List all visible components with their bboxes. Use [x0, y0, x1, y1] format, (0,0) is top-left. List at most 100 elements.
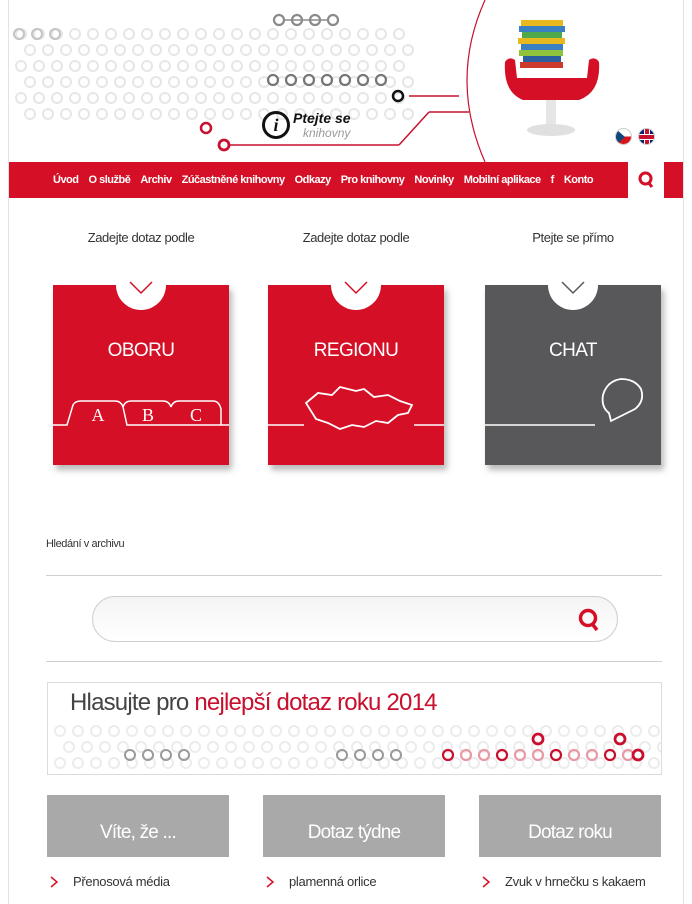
decorative-ring — [375, 28, 387, 40]
chevron-right-icon — [266, 875, 275, 888]
decorative-ring — [132, 44, 144, 56]
decorative-ring — [108, 725, 120, 737]
decorative-ring — [267, 92, 279, 104]
decorative-ring — [132, 108, 144, 120]
decorative-ring — [69, 28, 81, 40]
decorative-ring — [594, 725, 606, 737]
decorative-ring — [141, 28, 153, 40]
index-tabs-icon: A B C — [53, 400, 229, 426]
decorative-ring — [180, 725, 192, 737]
chat-tile[interactable]: CHAT — [485, 260, 661, 465]
decorative-ring — [366, 108, 378, 120]
decorative-ring — [285, 28, 297, 40]
decorative-ring — [222, 108, 234, 120]
decorative-ring — [486, 725, 498, 737]
chevron-down-icon — [344, 281, 368, 295]
speech-bubble-icon — [485, 378, 644, 426]
tile-dotaz-tydne[interactable]: Dotaz týdne — [263, 795, 445, 857]
nav-item[interactable]: Odkazy — [295, 174, 332, 186]
decorative-ring — [357, 28, 369, 40]
decorative-ring — [126, 725, 138, 737]
decorative-ring — [42, 76, 54, 88]
tab-letter-a: A — [92, 405, 105, 425]
archive-search-button[interactable] — [575, 606, 603, 634]
decorative-ring — [360, 725, 372, 737]
nav-item[interactable]: O službě — [89, 174, 131, 186]
english-flag-icon[interactable] — [638, 128, 655, 145]
decorative-ring — [144, 725, 156, 737]
site-logo[interactable]: i Ptejte se knihovny — [262, 110, 351, 140]
main-nav: Úvod O službě Archiv Zúčastněné knihovny Odk… — [9, 162, 683, 198]
czech-flag-icon[interactable] — [615, 128, 632, 145]
tile-dotaz-roku[interactable]: Dotaz roku — [479, 795, 661, 857]
region-tile[interactable]: REGIONU — [268, 260, 444, 465]
link-text: plamenná orlice — [289, 874, 377, 889]
decorative-ring — [222, 44, 234, 56]
logo-subtitle: knihovny — [303, 126, 351, 140]
decorative-ring — [504, 757, 516, 769]
decorative-ring — [396, 725, 408, 737]
search-icon — [578, 608, 599, 632]
decorative-ring — [225, 741, 237, 753]
nav-search-button[interactable] — [628, 162, 664, 198]
decorative-ring — [258, 44, 270, 56]
decorative-ring — [141, 92, 153, 104]
decorative-ring — [195, 92, 207, 104]
obor-tile[interactable]: OBORU A B C — [53, 260, 229, 465]
nav-item[interactable]: Zúčastněné knihovny — [182, 174, 285, 186]
decorative-ring — [69, 60, 81, 72]
archive-search-input[interactable] — [111, 605, 561, 633]
decorative-ring — [312, 44, 324, 56]
decorative-ring — [168, 108, 180, 120]
decorative-ring — [297, 741, 309, 753]
decorative-ring — [189, 741, 201, 753]
decorative-ring — [576, 757, 588, 769]
decorative-ring — [339, 28, 351, 40]
vote-prefix: Hlasujte pro — [70, 689, 195, 716]
divider — [46, 661, 662, 662]
nav-item[interactable]: Konto — [564, 174, 594, 186]
decorative-ring — [78, 76, 90, 88]
nav-item[interactable]: Novinky — [414, 174, 454, 186]
decorative-ring — [378, 725, 390, 737]
nav-item[interactable]: Archiv — [140, 174, 172, 186]
tile-vite-ze[interactable]: Víte, že ... — [47, 795, 229, 857]
decorative-ring — [321, 92, 333, 104]
link-dotaz-tydne[interactable]: plamenná orlice — [265, 874, 377, 889]
decorative-ring — [54, 725, 66, 737]
label-chat: Ptejte se přímo — [532, 230, 614, 245]
decorative-ring — [204, 108, 216, 120]
nav-item[interactable]: f — [551, 174, 555, 186]
decorative-ring — [159, 60, 171, 72]
decorative-ring — [177, 60, 189, 72]
decorative-ring — [558, 725, 570, 737]
decorative-ring — [24, 76, 36, 88]
decorative-ring — [315, 741, 327, 753]
nav-item[interactable]: Pro knihovny — [341, 174, 405, 186]
decorative-ring — [326, 13, 340, 27]
decorative-ring — [288, 725, 300, 737]
decorative-ring — [199, 121, 213, 135]
decorative-ring — [267, 60, 279, 72]
decorative-ring — [339, 60, 351, 72]
vote-banner[interactable]: Hlasujte pro nejlepší dotaz roku 2014 — [47, 682, 662, 775]
link-vite-ze[interactable]: Přenosová média — [49, 874, 170, 889]
language-switcher — [615, 128, 655, 145]
decorative-ring — [96, 44, 108, 56]
decorative-ring — [168, 76, 180, 88]
decorative-ring — [558, 757, 570, 769]
decorative-ring — [54, 757, 66, 769]
decorative-ring — [24, 108, 36, 120]
nav-item[interactable]: Úvod — [53, 174, 79, 186]
decorative-ring — [450, 725, 462, 737]
nav-item[interactable]: Mobilní aplikace — [464, 174, 541, 186]
decorative-ring — [357, 60, 369, 72]
decorative-ring — [375, 60, 387, 72]
decorative-ring — [321, 60, 333, 72]
link-dotaz-roku[interactable]: Zvuk v hrnečku s kakaem — [481, 874, 646, 889]
chevron-right-icon — [482, 875, 491, 888]
decorative-ring — [303, 92, 315, 104]
decorative-ring — [186, 108, 198, 120]
decorative-ring — [105, 28, 117, 40]
tab-letter-c: C — [190, 405, 202, 425]
